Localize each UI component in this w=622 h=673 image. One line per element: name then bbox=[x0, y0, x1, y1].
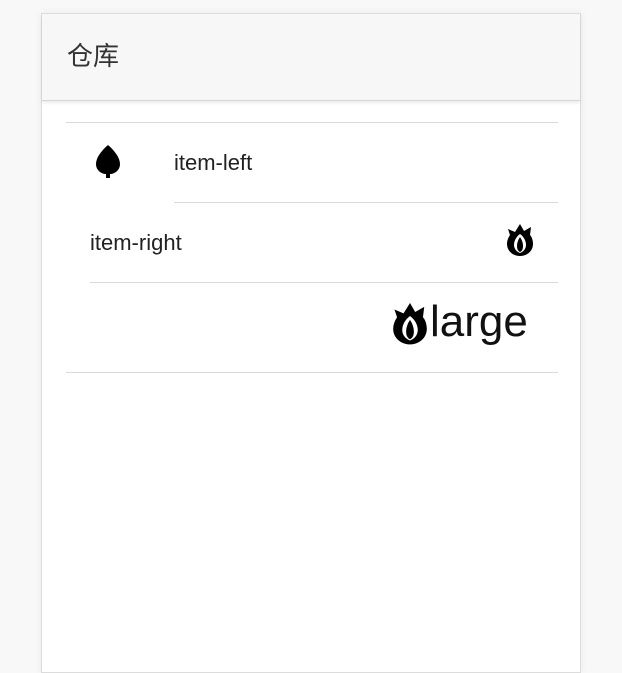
list-item-large[interactable]: large bbox=[66, 283, 558, 371]
page-title: 仓库 bbox=[67, 42, 120, 72]
tulip-icon bbox=[507, 224, 533, 256]
list-item-right[interactable]: item-right bbox=[66, 203, 558, 282]
tulip-icon bbox=[393, 303, 427, 345]
list-item-label: item-right bbox=[90, 230, 182, 255]
list-item-label: large bbox=[430, 297, 528, 346]
list-item-label: item-left bbox=[174, 150, 253, 175]
list-item-left[interactable]: item-left bbox=[66, 123, 558, 202]
leaf-icon bbox=[96, 145, 120, 178]
navbar: 仓库 bbox=[42, 14, 580, 101]
list-bottom-divider bbox=[66, 372, 558, 373]
app-screen: 仓库 item-left item-right large bbox=[41, 13, 581, 673]
